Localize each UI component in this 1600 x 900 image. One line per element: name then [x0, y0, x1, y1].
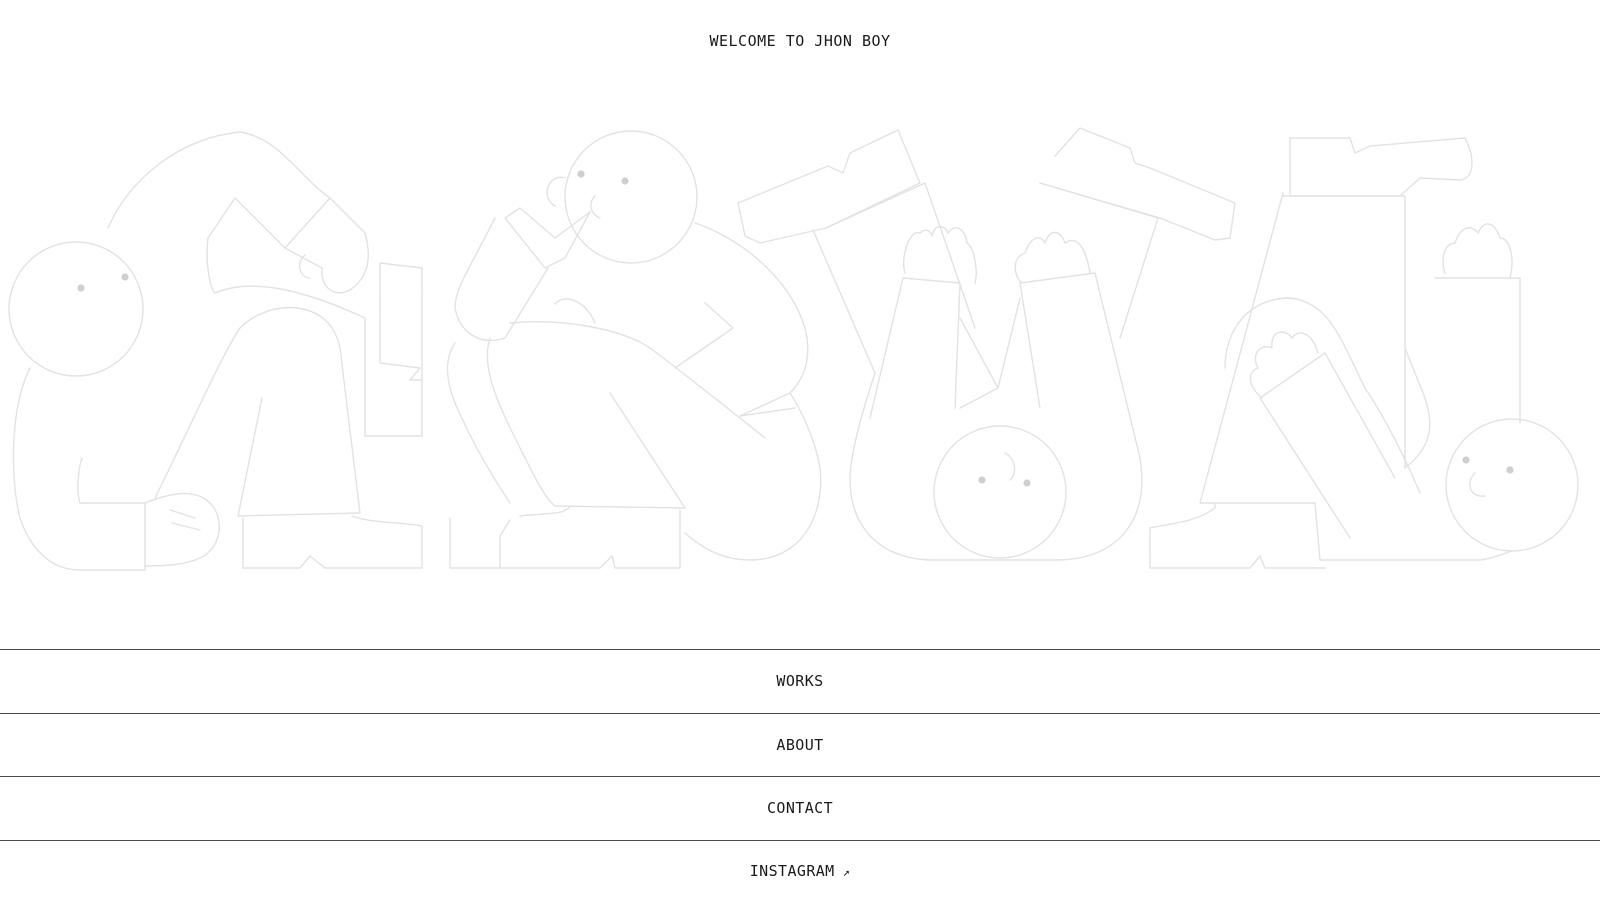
welcome-title: WELCOME TO JHON BOY [709, 32, 891, 50]
nav-item-contact[interactable]: CONTACT [0, 776, 1600, 840]
site-header: WELCOME TO JHON BOY [0, 32, 1600, 50]
figure-4 [1149, 137, 1579, 569]
jhon-boy-figures-illustration-icon [8, 127, 1579, 571]
nav-item-about-label: ABOUT [776, 735, 824, 754]
figure-1 [8, 131, 423, 571]
nav-item-contact-label: CONTACT [766, 799, 833, 817]
hero-illustration [0, 118, 1600, 578]
main-nav: WORKS ABOUT CONTACT INSTAGRAM ↗ [0, 649, 1600, 900]
figure-eyes [77, 170, 1514, 487]
figure-3 [737, 127, 1236, 561]
figure-2 [446, 130, 822, 569]
nav-item-about[interactable]: ABOUT [0, 712, 1600, 777]
nav-item-works[interactable]: WORKS [0, 649, 1600, 713]
external-arrow-icon: ↗ [842, 864, 851, 879]
nav-item-works-label: WORKS [776, 672, 824, 690]
nav-item-instagram-label: INSTAGRAM [749, 861, 835, 880]
nav-item-instagram[interactable]: INSTAGRAM ↗ [0, 839, 1600, 900]
